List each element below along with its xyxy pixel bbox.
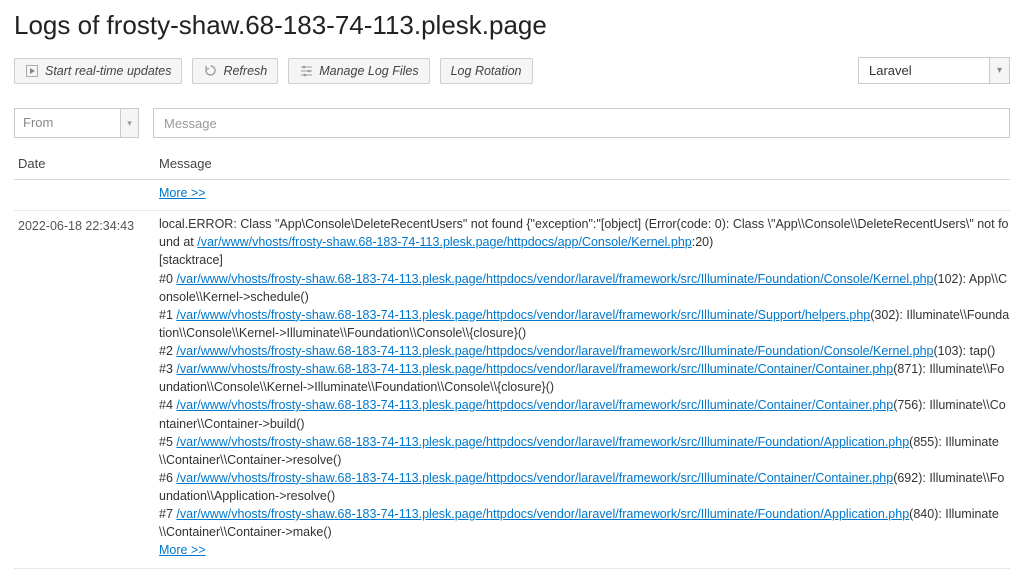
chevron-down-icon[interactable]: ▾ bbox=[989, 58, 1009, 83]
log-rotation-label: Log Rotation bbox=[451, 64, 522, 78]
cell-message: local.ERROR: Class "App\Console\DeleteRe… bbox=[159, 215, 1010, 559]
stack-line: #5 /var/www/vhosts/frosty-shaw.68-183-74… bbox=[159, 433, 1010, 469]
stacktrace-label: [stacktrace] bbox=[159, 251, 1010, 269]
table-header: Date Message bbox=[14, 148, 1010, 180]
stack-line: #4 /var/www/vhosts/frosty-shaw.68-183-74… bbox=[159, 396, 1010, 432]
log-table: Date Message More >> 2022-06-18 22:34:43… bbox=[14, 148, 1010, 569]
refresh-icon bbox=[203, 64, 217, 78]
stack-prefix: #2 bbox=[159, 344, 176, 358]
stack-prefix: #1 bbox=[159, 308, 176, 322]
refresh-label: Refresh bbox=[223, 64, 267, 78]
manage-log-files-button[interactable]: Manage Log Files bbox=[288, 58, 429, 84]
stack-line: #1 /var/www/vhosts/frosty-shaw.68-183-74… bbox=[159, 306, 1010, 342]
stack-line: #7 /var/www/vhosts/frosty-shaw.68-183-74… bbox=[159, 505, 1010, 541]
toolbar: Start real-time updates Refresh Manage L… bbox=[14, 57, 1010, 84]
start-realtime-label: Start real-time updates bbox=[45, 64, 171, 78]
manage-log-files-label: Manage Log Files bbox=[319, 64, 418, 78]
start-realtime-button[interactable]: Start real-time updates bbox=[14, 58, 182, 84]
log-text: :20) bbox=[692, 235, 714, 249]
file-path-link[interactable]: /var/www/vhosts/frosty-shaw.68-183-74-11… bbox=[176, 471, 893, 485]
sliders-icon bbox=[299, 64, 313, 78]
stack-prefix: #7 bbox=[159, 507, 176, 521]
stack-line: #3 /var/www/vhosts/frosty-shaw.68-183-74… bbox=[159, 360, 1010, 396]
log-rotation-button[interactable]: Log Rotation bbox=[440, 58, 533, 84]
file-path-link[interactable]: /var/www/vhosts/frosty-shaw.68-183-74-11… bbox=[176, 507, 909, 521]
stack-line: #6 /var/www/vhosts/frosty-shaw.68-183-74… bbox=[159, 469, 1010, 505]
file-path-link[interactable]: /var/www/vhosts/frosty-shaw.68-183-74-11… bbox=[176, 308, 870, 322]
stack-prefix: #5 bbox=[159, 435, 176, 449]
file-path-link[interactable]: /var/www/vhosts/frosty-shaw.68-183-74-11… bbox=[176, 272, 933, 286]
chevron-down-icon[interactable]: ▾ bbox=[120, 109, 138, 137]
file-path-link[interactable]: /var/www/vhosts/frosty-shaw.68-183-74-11… bbox=[176, 344, 933, 358]
message-input[interactable] bbox=[154, 109, 1009, 137]
col-header-date[interactable]: Date bbox=[14, 156, 159, 171]
stack-line: #0 /var/www/vhosts/frosty-shaw.68-183-74… bbox=[159, 270, 1010, 306]
message-filter[interactable] bbox=[153, 108, 1010, 138]
more-link[interactable]: More >> bbox=[159, 184, 206, 202]
file-path-link[interactable]: /var/www/vhosts/frosty-shaw.68-183-74-11… bbox=[197, 235, 692, 249]
file-path-link[interactable]: /var/www/vhosts/frosty-shaw.68-183-74-11… bbox=[176, 362, 893, 376]
from-filter[interactable]: From ▾ bbox=[14, 108, 139, 138]
log-source-select[interactable]: Laravel ▾ bbox=[858, 57, 1010, 84]
stack-prefix: #0 bbox=[159, 272, 176, 286]
cell-message: More >> bbox=[159, 184, 1010, 202]
cell-date bbox=[14, 184, 159, 202]
log-source-value: Laravel bbox=[859, 58, 989, 83]
page-title: Logs of frosty-shaw.68-183-74-113.plesk.… bbox=[14, 10, 1010, 41]
stack-suffix: (103): tap() bbox=[933, 344, 995, 358]
refresh-button[interactable]: Refresh bbox=[192, 58, 278, 84]
stack-line: #2 /var/www/vhosts/frosty-shaw.68-183-74… bbox=[159, 342, 1010, 360]
file-path-link[interactable]: /var/www/vhosts/frosty-shaw.68-183-74-11… bbox=[176, 398, 893, 412]
stack-prefix: #6 bbox=[159, 471, 176, 485]
col-header-message[interactable]: Message bbox=[159, 156, 1010, 171]
table-row: 2022-06-18 22:34:43 local.ERROR: Class "… bbox=[14, 211, 1010, 568]
stack-prefix: #4 bbox=[159, 398, 176, 412]
filter-row: From ▾ bbox=[14, 108, 1010, 138]
play-icon bbox=[25, 64, 39, 78]
more-link[interactable]: More >> bbox=[159, 541, 206, 559]
from-placeholder: From bbox=[15, 109, 120, 137]
table-row: More >> bbox=[14, 180, 1010, 211]
file-path-link[interactable]: /var/www/vhosts/frosty-shaw.68-183-74-11… bbox=[176, 435, 909, 449]
cell-date: 2022-06-18 22:34:43 bbox=[14, 215, 159, 559]
stack-prefix: #3 bbox=[159, 362, 176, 376]
